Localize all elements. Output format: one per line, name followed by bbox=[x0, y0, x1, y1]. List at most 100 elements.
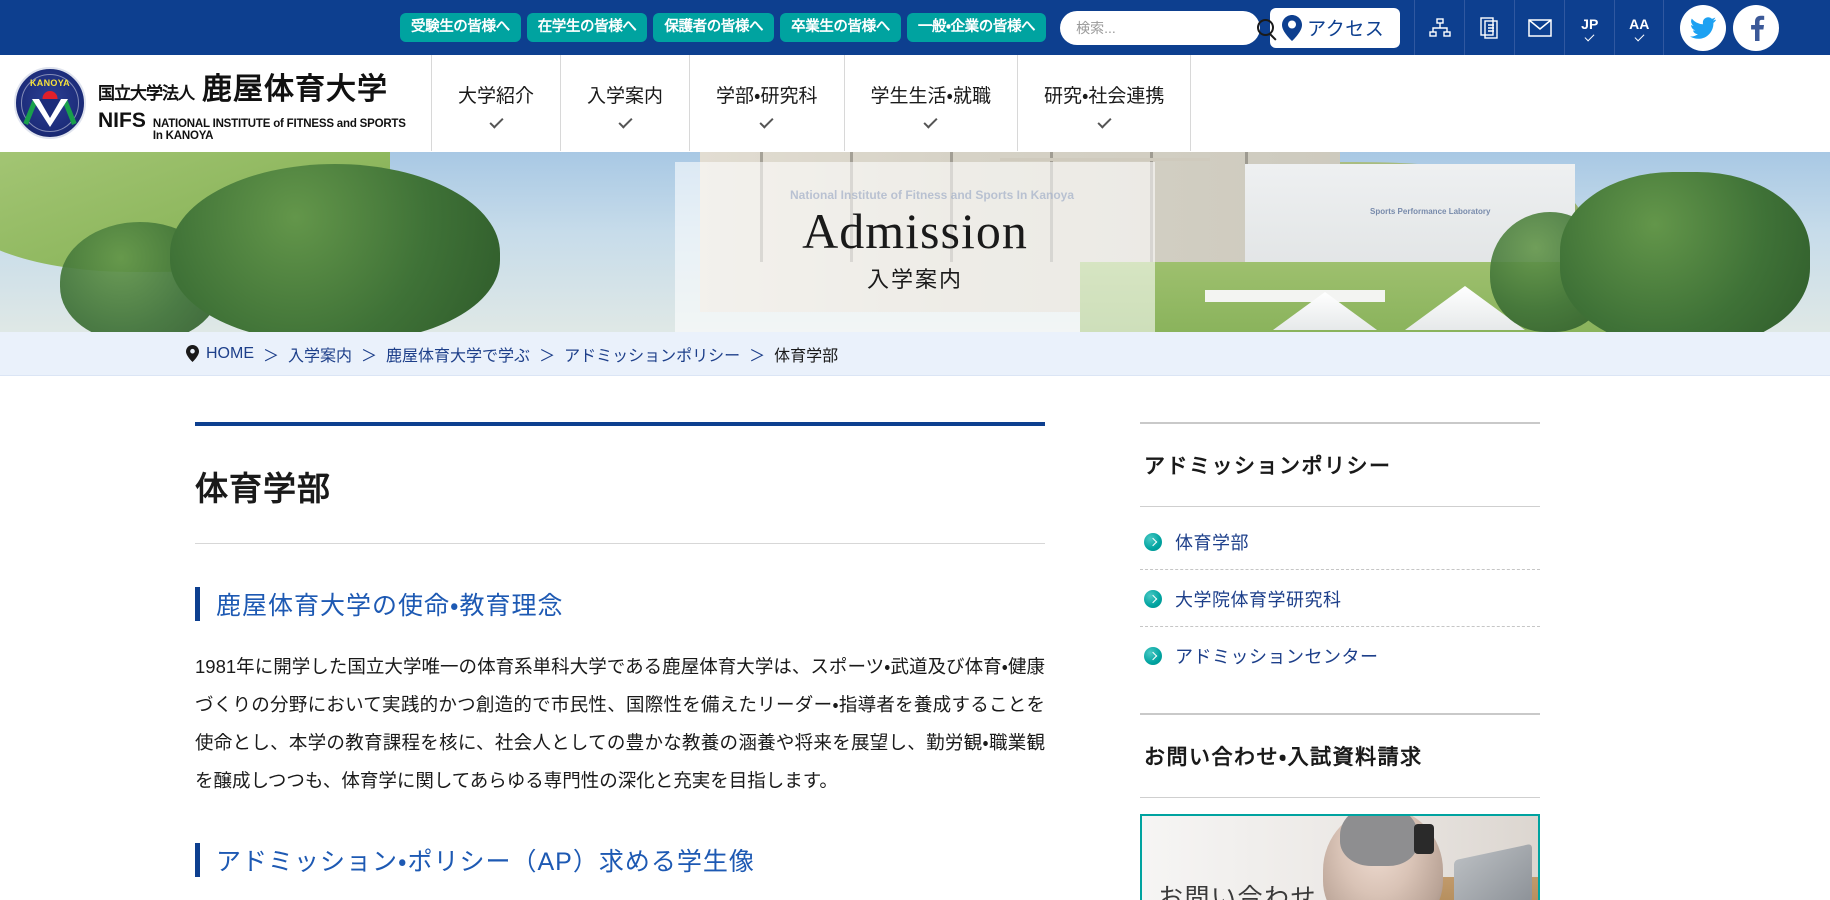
chevron-down-icon bbox=[1634, 31, 1645, 41]
nav-label: 研究・社会連携 bbox=[1043, 86, 1165, 107]
facebook-icon[interactable] bbox=[1733, 4, 1780, 51]
logo-prefix: 国立大学法人 bbox=[98, 84, 195, 103]
sidebar-title-contact: お問い合わせ・入試資料請求 bbox=[1144, 746, 1423, 769]
hero-title-en: Admission bbox=[802, 203, 1028, 259]
utility-bar: 受験生の皆様へ 在学生の皆様へ 保護者の皆様へ 卒業生の皆様へ 一般・企業の皆様… bbox=[0, 0, 1830, 55]
sidebar-item-graduate-school[interactable]: 大学院体育学研究科 bbox=[1140, 570, 1540, 627]
sidebar-item-admission-center[interactable]: アドミッションセンター bbox=[1140, 627, 1540, 683]
hero-title-plate: Admission 入学案内 bbox=[675, 162, 1155, 332]
chevron-down-icon bbox=[1584, 31, 1595, 41]
nav-item-university-intro[interactable]: 大学紹介 bbox=[432, 55, 562, 151]
sidebar-item-label: 大学院体育学研究科 bbox=[1175, 590, 1342, 610]
audience-pill-group: 受験生の皆様へ 在学生の皆様へ 保護者の皆様へ 卒業生の皆様へ 一般・企業の皆様… bbox=[400, 12, 1047, 43]
breadcrumb-separator: ＞ bbox=[263, 347, 280, 365]
twitter-icon[interactable] bbox=[1680, 4, 1727, 51]
sidebar-title-admission-policy: アドミッションポリシー bbox=[1144, 455, 1392, 478]
logo-subtitle: NATIONAL INSTITUTE of FITNESS and SPORTS… bbox=[152, 118, 406, 142]
section-heading-label: 鹿屋体育大学の使命・教育理念 bbox=[216, 592, 564, 620]
breadcrumb: HOME ＞ 入学案内 ＞ 鹿屋体育大学で学ぶ ＞ アドミッションポリシー ＞ … bbox=[186, 342, 838, 366]
contact-banner-hair bbox=[1340, 816, 1418, 866]
section-body-mission: 1981年に開学した国立大学唯一の体育系単科大学である鹿屋体育大学は、スポーツ・… bbox=[195, 656, 1045, 791]
breadcrumb-separator: ＞ bbox=[749, 347, 766, 365]
sidebar-item-label: 体育学部 bbox=[1175, 533, 1249, 553]
breadcrumb-item-study-at-nifs[interactable]: 鹿屋体育大学で学ぶ bbox=[386, 342, 530, 366]
social-links bbox=[1680, 4, 1780, 51]
contact-banner-laptop bbox=[1454, 843, 1532, 900]
nav-item-student-life-career[interactable]: 学生生活・就職 bbox=[845, 55, 1018, 151]
site-logo[interactable]: KANOYA 国立大学法人 鹿屋体育大学 NIFS NATIONAL INSTI… bbox=[0, 55, 432, 151]
pill-prospective-students[interactable]: 受験生の皆様へ bbox=[400, 12, 521, 43]
heading-accent-bar bbox=[195, 587, 200, 621]
location-pin-icon bbox=[186, 345, 199, 362]
nav-label: 学生生活・就職 bbox=[870, 86, 991, 107]
hero-tree bbox=[170, 164, 500, 332]
chevron-down-icon bbox=[1097, 114, 1112, 129]
hero-canopy bbox=[1205, 290, 1385, 302]
search-input[interactable] bbox=[1076, 19, 1258, 36]
font-size-icon[interactable]: AA bbox=[1614, 0, 1665, 55]
breadcrumb-item-current: 体育学部 bbox=[774, 347, 839, 365]
access-label: アクセス bbox=[1307, 19, 1385, 40]
utility-icon-group: JP AA bbox=[1414, 0, 1665, 55]
search-box[interactable] bbox=[1060, 10, 1275, 45]
chevron-down-icon bbox=[923, 114, 938, 129]
arrow-circle-icon bbox=[1144, 647, 1162, 665]
nav-label: 入学案内 bbox=[587, 86, 664, 107]
section-heading-label: アドミッション・ポリシー（AP）求める学生像 bbox=[216, 847, 755, 876]
language-icon[interactable]: JP bbox=[1564, 0, 1614, 55]
pill-guardians[interactable]: 保護者の皆様へ bbox=[653, 12, 775, 43]
pill-alumni[interactable]: 卒業生の皆様へ bbox=[780, 12, 901, 43]
hero-tree bbox=[1560, 172, 1810, 332]
section-heading-mission: 鹿屋体育大学の使命・教育理念 bbox=[195, 586, 1045, 622]
chevron-down-icon bbox=[617, 114, 633, 129]
breadcrumb-item-admission[interactable]: 入学案内 bbox=[288, 342, 352, 366]
nav-item-research-society[interactable]: 研究・社会連携 bbox=[1018, 55, 1192, 151]
mail-icon[interactable] bbox=[1514, 0, 1564, 55]
logo-text: 国立大学法人 鹿屋体育大学 NIFS NATIONAL INSTITUTE of… bbox=[98, 64, 413, 142]
breadcrumb-bar: HOME ＞ 入学案内 ＞ 鹿屋体育大学で学ぶ ＞ アドミッションポリシー ＞ … bbox=[0, 332, 1830, 376]
sidebar: アドミッションポリシー 体育学部 大学院体育学研究科 アドミッションセンター お… bbox=[1140, 376, 1540, 900]
hero-sign-text-secondary: Sports Performance Laboratory bbox=[1370, 207, 1491, 216]
breadcrumb-item-admission-policy[interactable]: アドミッションポリシー bbox=[564, 342, 740, 366]
access-button[interactable]: アクセス bbox=[1270, 7, 1401, 48]
breadcrumb-separator: ＞ bbox=[539, 347, 556, 365]
pill-general-corporate[interactable]: 一般・企業の皆様へ bbox=[906, 12, 1047, 43]
sidebar-item-faculty-of-pe[interactable]: 体育学部 bbox=[1140, 513, 1540, 570]
nav-item-faculty-graduate[interactable]: 学部・研究科 bbox=[690, 55, 845, 151]
main-navigation: 大学紹介 入学案内 学部・研究科 学生生活・就職 研究・社会連携 bbox=[432, 55, 1192, 151]
main-column: 体育学部 鹿屋体育大学の使命・教育理念 1981年に開学した国立大学唯一の体育系… bbox=[95, 376, 1140, 900]
pill-current-students[interactable]: 在学生の皆様へ bbox=[526, 12, 648, 43]
heading-accent-bar bbox=[195, 842, 200, 877]
chevron-down-icon bbox=[488, 114, 504, 129]
breadcrumb-item-home[interactable]: HOME bbox=[206, 345, 254, 363]
nav-label: 大学紹介 bbox=[458, 86, 535, 107]
logo-acronym: NIFS bbox=[98, 109, 146, 132]
contact-banner-label: お問い合わせ bbox=[1158, 884, 1318, 900]
contact-banner[interactable]: お問い合わせ bbox=[1140, 814, 1540, 900]
sidebar-item-label: アドミッションセンター bbox=[1175, 647, 1379, 667]
arrow-circle-icon bbox=[1144, 533, 1162, 551]
title-top-rule bbox=[195, 422, 1045, 426]
crest-text: KANOYA bbox=[30, 78, 70, 88]
location-pin-icon bbox=[1282, 14, 1303, 41]
page-content: 体育学部 鹿屋体育大学の使命・教育理念 1981年に開学した国立大学唯一の体育系… bbox=[0, 376, 1830, 900]
hero-title-ja: 入学案内 bbox=[866, 267, 963, 292]
sidebar-divider bbox=[1140, 797, 1540, 798]
page-title: 体育学部 bbox=[195, 470, 331, 507]
logo-university: 鹿屋体育大学 bbox=[202, 73, 388, 106]
nav-item-admission[interactable]: 入学案内 bbox=[561, 55, 691, 151]
sidebar-link-list: 体育学部 大学院体育学研究科 アドミッションセンター bbox=[1140, 507, 1540, 683]
language-label: JP bbox=[1581, 15, 1599, 32]
nav-label: 学部・研究科 bbox=[716, 86, 818, 107]
arrow-circle-icon bbox=[1144, 590, 1162, 608]
sitemap-icon[interactable] bbox=[1414, 0, 1464, 55]
hero-banner: National Institute of Fitness and Sports… bbox=[0, 152, 1830, 332]
search-icon[interactable] bbox=[1257, 19, 1275, 36]
breadcrumb-separator: ＞ bbox=[361, 347, 378, 365]
section-heading-admission-policy: アドミッション・ポリシー（AP）求める学生像 bbox=[195, 842, 1045, 878]
documents-icon[interactable] bbox=[1464, 0, 1514, 55]
university-crest-icon: KANOYA bbox=[14, 67, 86, 139]
chevron-down-icon bbox=[759, 114, 774, 129]
font-size-label: AA bbox=[1629, 15, 1650, 32]
